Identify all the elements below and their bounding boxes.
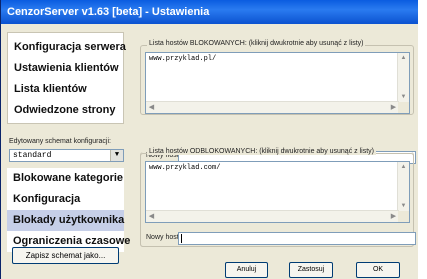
schema-label: Edytowany schemat konfiguracji: (9, 138, 111, 145)
window-client-area: Konfiguracja serwera Ustawienia klientów… (4, 25, 418, 279)
list-item[interactable]: www.przyklad.com/ (149, 164, 220, 172)
scroll-up-icon[interactable]: ▲ (399, 163, 408, 172)
cancel-button[interactable]: Anuluj (225, 262, 268, 278)
nav-item-visited-pages[interactable]: Odwiedzone strony (8, 100, 123, 121)
scrollbar-corner (398, 211, 409, 222)
scroll-left-icon[interactable]: ◀ (147, 212, 156, 221)
unblocked-hosts-list[interactable]: www.przyklad.com/ ▲ ▼ ◀ ▶ (145, 161, 410, 223)
scrollbar-corner (398, 102, 409, 113)
blocked-hosts-group: Lista hostów BLOKOWANYCH: (kliknij dwukr… (140, 40, 414, 115)
scroll-up-icon[interactable]: ▲ (399, 54, 408, 63)
horizontal-scrollbar[interactable]: ◀ ▶ (146, 210, 399, 222)
schema-select[interactable]: standard ▼ (9, 149, 124, 162)
nav-item-user-blocks[interactable]: Blokady użytkownika (7, 210, 124, 231)
scroll-down-icon[interactable]: ▼ (399, 202, 408, 211)
vertical-scrollbar[interactable]: ▲ ▼ (397, 162, 409, 212)
list-item[interactable]: www.przyklad.pl/ (149, 55, 216, 63)
nav-item-blocked-categories[interactable]: Blokowane kategorie (7, 168, 124, 189)
left-panel: Konfiguracja serwera Ustawienia klientów… (7, 32, 130, 264)
apply-button[interactable]: Zastosuj (289, 262, 333, 278)
nav-item-client-list[interactable]: Lista klientów (8, 79, 123, 100)
blocked-hosts-list[interactable]: www.przyklad.pl/ ▲ ▼ ◀ ▶ (145, 52, 410, 114)
nav-item-server-config[interactable]: Konfiguracja serwera (8, 37, 126, 58)
scroll-right-icon[interactable]: ▶ (389, 103, 398, 112)
blocked-hosts-legend: Lista hostów BLOKOWANYCH: (kliknij dwukr… (147, 40, 366, 47)
scroll-left-icon[interactable]: ◀ (147, 103, 156, 112)
unblocked-hosts-legend: Lista hostów ODBLOKOWANYCH: (kliknij dwu… (147, 148, 376, 155)
vertical-scrollbar[interactable]: ▲ ▼ (397, 53, 409, 103)
settings-window: CenzorServer v1.63 [beta] - Ustawienia K… (0, 0, 418, 279)
title-bar[interactable]: CenzorServer v1.63 [beta] - Ustawienia (1, 0, 418, 24)
scroll-right-icon[interactable]: ▶ (389, 212, 398, 221)
unblocked-new-host-input[interactable] (178, 232, 416, 245)
nav-top-list: Konfiguracja serwera Ustawienia klientów… (7, 32, 126, 124)
unblocked-new-host-label: Nowy host: (146, 234, 181, 241)
nav-bottom-list: Blokowane kategorie Konfiguracja Blokady… (7, 168, 130, 252)
nav-item-configuration[interactable]: Konfiguracja (7, 189, 124, 210)
schema-selected-value: standard (13, 151, 52, 160)
chevron-down-icon[interactable]: ▼ (110, 150, 123, 161)
ok-button[interactable]: OK (356, 262, 400, 278)
save-schema-button[interactable]: Zapisz schemat jako... (12, 247, 119, 264)
scroll-down-icon[interactable]: ▼ (399, 93, 408, 102)
horizontal-scrollbar[interactable]: ◀ ▶ (146, 101, 399, 113)
nav-item-client-settings[interactable]: Ustawienia klientów (8, 58, 123, 79)
window-title: CenzorServer v1.63 [beta] - Ustawienia (7, 6, 210, 18)
